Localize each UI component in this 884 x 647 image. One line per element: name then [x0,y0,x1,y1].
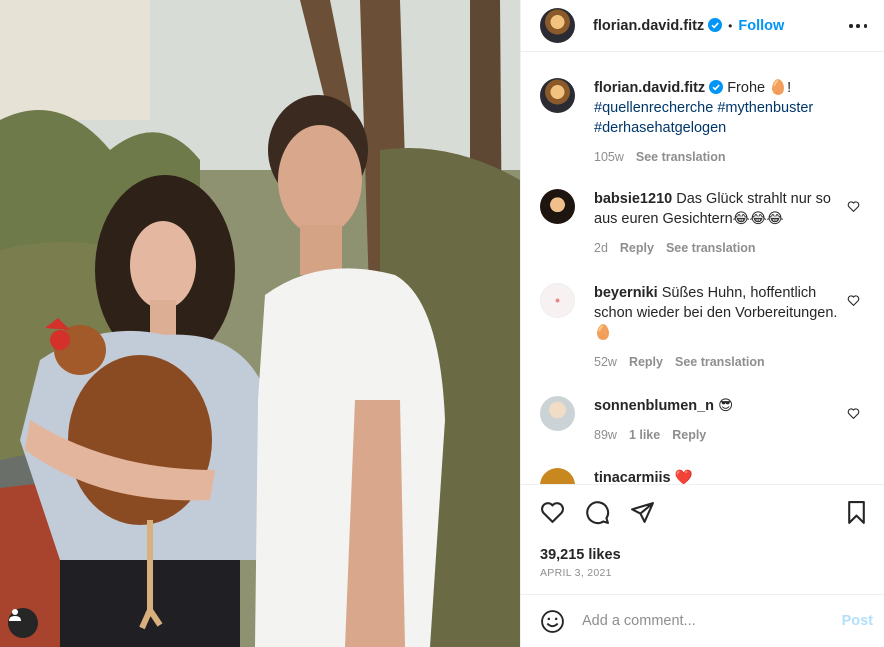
comment-age[interactable]: 89w [594,425,617,445]
separator-dot: • [728,18,733,33]
likes-count[interactable]: 39,215 likes [540,547,621,563]
post-header: florian.david.fitz • Follow [521,0,884,52]
follow-button[interactable]: Follow [738,18,784,34]
heart-icon[interactable] [540,500,565,525]
see-translation-link[interactable]: See translation [666,238,756,258]
comment-avatar[interactable] [540,396,575,431]
reply-button[interactable]: Reply [629,352,663,372]
author-username-text[interactable]: florian.david.fitz [593,18,704,34]
caption-item: florian.david.fitz Frohe 🥚! #quellenrech… [540,78,870,167]
comments-list[interactable]: florian.david.fitz Frohe 🥚! #quellenrech… [521,52,884,484]
emoji-icon[interactable] [540,609,565,634]
post-date[interactable]: APRIL 3, 2021 [540,567,612,579]
comment-item: beyerniki Süßes Huhn, hoffentlich schon … [540,283,870,372]
see-translation-link[interactable]: See translation [675,352,765,372]
verified-badge-icon [708,17,723,32]
comment-input[interactable] [582,613,822,629]
comment-icon[interactable] [585,500,610,525]
comment-item: sonnenblumen_n 😎 89w 1 like Reply [540,396,870,445]
comment-avatar[interactable] [540,189,575,224]
author-username[interactable]: florian.david.fitz [593,17,723,34]
comment-text: 😎 [718,398,734,414]
reply-button[interactable]: Reply [620,238,654,258]
comment-avatar[interactable] [540,468,575,484]
comment-username[interactable]: beyerniki [594,285,658,301]
share-icon[interactable] [630,500,655,525]
post-actions: 39,215 likes APRIL 3, 2021 [521,484,884,594]
user-tag-button[interactable] [8,608,38,638]
post-side-panel: florian.david.fitz • Follow florian.davi… [520,0,884,647]
author-avatar[interactable] [540,8,575,43]
caption-avatar[interactable] [540,78,575,113]
comment-like-heart-icon[interactable] [847,200,860,213]
add-comment-bar: Post [521,594,884,647]
see-translation-link[interactable]: See translation [636,147,726,167]
comment-text: ❤️ [674,470,693,484]
comment-username[interactable]: babsie1210 [594,191,672,207]
reply-button[interactable]: Reply [672,425,706,445]
comment-age[interactable]: 2d [594,238,608,258]
user-tag-icon [9,609,21,621]
comment-like-heart-icon[interactable] [847,294,860,307]
comment-item: tinacarmiis ❤️ [540,468,870,484]
caption-text: Frohe 🥚! [727,80,792,96]
caption-hashtags[interactable]: #quellenrecherche #mythenbuster #derhase… [594,98,844,138]
comment-avatar[interactable] [540,283,575,318]
caption-age[interactable]: 105w [594,147,624,167]
comment-username[interactable]: sonnenblumen_n [594,398,714,414]
comment-age[interactable]: 52w [594,352,617,372]
comment-like-heart-icon[interactable] [847,407,860,420]
photo-illustration [0,0,520,647]
post-comment-button[interactable]: Post [842,613,873,629]
post-photo[interactable] [0,0,520,647]
comment-username[interactable]: tinacarmiis [594,470,671,484]
comment-likes[interactable]: 1 like [629,425,660,445]
bookmark-icon[interactable] [844,500,869,525]
more-options-icon[interactable] [849,17,867,35]
comment-item: babsie1210 Das Glück strahlt nur so aus … [540,189,870,258]
caption-username[interactable]: florian.david.fitz [594,80,705,96]
verified-badge-icon [709,80,724,94]
